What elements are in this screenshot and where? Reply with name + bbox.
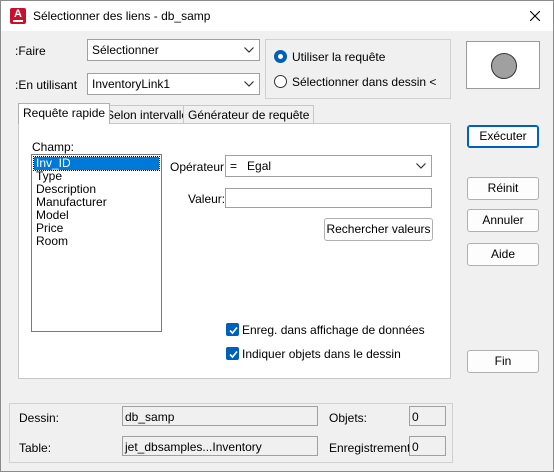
checkmark-icon <box>229 326 238 335</box>
link-preview <box>466 41 540 89</box>
annuler-button[interactable]: Annuler <box>467 209 539 232</box>
aide-button[interactable]: Aide <box>467 243 539 266</box>
champ-label: Champ: <box>32 140 75 154</box>
indiquer-label[interactable]: Indiquer objets dans le dessin <box>242 347 401 361</box>
dessin-label: Dessin: <box>19 411 60 425</box>
tab-requete-rapide[interactable]: Requête rapide <box>18 103 111 124</box>
radio-selectionner-dessin[interactable] <box>274 75 287 88</box>
enregistrements-label: Enregistrements: <box>329 441 420 455</box>
objets-field: 0 <box>409 406 446 426</box>
executer-button[interactable]: Exécuter <box>467 125 539 148</box>
champ-listbox[interactable]: Inv_ID Type Description Manufacturer Mod… <box>31 154 162 332</box>
circle-preview-icon <box>491 53 517 79</box>
enreg-checkbox[interactable] <box>226 323 239 336</box>
tab-generateur-requete[interactable]: Générateur de requête <box>183 105 315 124</box>
en-utilisant-label: :En utilisant <box>15 78 78 92</box>
chevron-down-icon <box>416 163 426 169</box>
operateur-combo[interactable]: = Egal <box>225 155 432 177</box>
en-utilisant-combo[interactable]: InventoryLink1 <box>87 73 260 95</box>
autocad-app-icon: A <box>10 8 26 24</box>
enreg-label[interactable]: Enreg. dans affichage de données <box>242 323 425 337</box>
list-item[interactable]: Room <box>34 235 159 248</box>
operateur-value: = Egal <box>230 159 272 173</box>
table-label: Table: <box>19 441 52 455</box>
close-icon <box>530 11 540 21</box>
operateur-label: Opérateur: <box>170 160 228 174</box>
en-utilisant-value: InventoryLink1 <box>92 77 171 91</box>
reinit-button[interactable]: Réinit <box>467 177 539 200</box>
valeur-input[interactable] <box>225 188 432 208</box>
checkmark-icon <box>229 350 238 359</box>
dessin-field: db_samp <box>122 406 318 426</box>
window-title: Sélectionner des liens - db_samp <box>33 9 211 23</box>
objets-label: Objets: <box>329 411 368 425</box>
query-mode-group <box>265 39 451 99</box>
chevron-down-icon <box>244 47 254 53</box>
faire-combo[interactable]: Sélectionner <box>87 39 260 61</box>
close-button[interactable] <box>521 4 549 28</box>
radio-selectionner-dessin-label[interactable]: Sélectionner dans dessin < <box>292 75 436 89</box>
faire-value: Sélectionner <box>92 43 159 57</box>
fin-button[interactable]: Fin <box>467 350 539 373</box>
tab-selon-intervalle[interactable]: Selon intervalle <box>101 105 194 124</box>
chevron-down-icon <box>244 81 254 87</box>
dialog-window: A Sélectionner des liens - db_samp :Fair… <box>0 0 554 472</box>
valeur-label: Valeur: <box>188 192 226 206</box>
title-bar: A Sélectionner des liens - db_samp <box>1 1 553 31</box>
table-field: jet_dbsamples...Inventory <box>122 436 318 456</box>
radio-utiliser-requete-label[interactable]: Utiliser la requête <box>292 50 385 64</box>
indiquer-checkbox[interactable] <box>226 347 239 360</box>
faire-label: :Faire <box>15 44 46 58</box>
radio-utiliser-requete[interactable] <box>274 50 287 63</box>
enregistrements-field: 0 <box>409 436 446 456</box>
rechercher-valeurs-button[interactable]: Rechercher valeurs <box>324 218 433 241</box>
